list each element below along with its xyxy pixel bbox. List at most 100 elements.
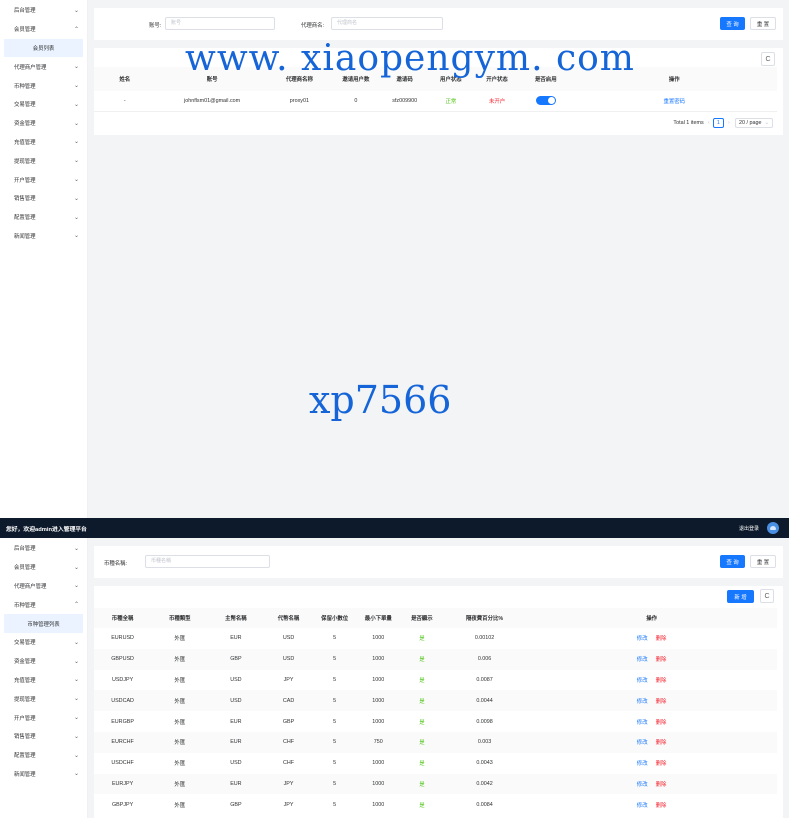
sidebar-item[interactable]: 配置管理 ⌄: [0, 746, 87, 765]
sidebar-item[interactable]: 资金管理 ⌄: [0, 114, 87, 133]
chevron-icon: ⌄: [73, 213, 79, 221]
page-size-select[interactable]: 20 / page ⌄: [734, 118, 773, 128]
delete-link[interactable]: 删除: [656, 657, 667, 663]
refresh-icon[interactable]: C: [760, 589, 774, 603]
chevron-icon: ⌄: [73, 657, 79, 665]
sidebar-item[interactable]: 币种管理 ⌄: [0, 76, 87, 95]
reset-button[interactable]: 重 置: [750, 555, 776, 568]
sidebar-item[interactable]: 新闻管理 ⌄: [0, 227, 87, 246]
quote-currency: USD: [263, 648, 314, 670]
add-button[interactable]: 新 增: [727, 590, 754, 603]
min-order: 1000: [372, 635, 385, 642]
query-button[interactable]: 查 询: [720, 17, 745, 30]
edit-link[interactable]: 修改: [637, 740, 648, 746]
account-input[interactable]: 账号: [165, 17, 275, 30]
query-button[interactable]: 查 询: [720, 555, 745, 568]
sidebar-item[interactable]: 后台管理 ⌄: [0, 539, 87, 558]
chevron-down-icon: ⌄: [764, 120, 769, 126]
quote-currency: USD: [282, 635, 295, 642]
sidebar-item[interactable]: 销售管理 ⌄: [0, 727, 87, 746]
sidebar-item-label: 提现管理: [14, 158, 36, 165]
currency-label: 币種名稱:: [104, 561, 128, 567]
edit-link[interactable]: 修改: [637, 678, 648, 684]
prev-page-icon[interactable]: ‹: [708, 120, 710, 126]
delete-link[interactable]: 删除: [656, 740, 667, 746]
sidebar-item[interactable]: 充值管理 ⌄: [0, 133, 87, 152]
sidebar-item[interactable]: 资金管理 ⌄: [0, 652, 87, 671]
sidebar-item[interactable]: 提现管理 ⌄: [0, 689, 87, 708]
chevron-icon: ⌄: [73, 676, 79, 684]
currency-full-name: USDJPY: [111, 676, 134, 683]
sidebar-item[interactable]: 交易管理 ⌄: [0, 633, 87, 652]
delete-link[interactable]: 删除: [656, 699, 667, 705]
overnight-fee: 0.0087: [476, 676, 493, 683]
sidebar-item[interactable]: 交易管理 ⌄: [0, 95, 87, 114]
delete-link[interactable]: 删除: [656, 761, 667, 767]
sidebar-subitem[interactable]: 会员列表: [4, 38, 83, 58]
sidebar-item[interactable]: 代理商户管理 ⌄: [0, 57, 87, 76]
sidebar-item[interactable]: 销售管理 ⌄: [0, 189, 87, 208]
table-row: USDJPY 外匯 USD JPY 5 1000 是 0.0087 修改 删除: [94, 670, 777, 691]
decimal-places: 5: [333, 760, 337, 767]
sidebar-item[interactable]: 开户管理 ⌄: [0, 708, 87, 727]
edit-link[interactable]: 修改: [637, 803, 648, 809]
column-header: 主幣名稱: [208, 608, 264, 628]
min-order: 1000: [372, 718, 385, 725]
edit-link[interactable]: 修改: [637, 720, 648, 726]
delete-link[interactable]: 删除: [656, 636, 667, 642]
reset-button[interactable]: 重 置: [750, 17, 776, 30]
table-row: - johnflsm01@gmail.com proxy01 0 sfz009900 正常…: [94, 91, 777, 112]
delete-link[interactable]: 删除: [656, 720, 667, 726]
table-header: 币種全稱 币種類型 主幣名稱 代幣名稱 保留小數位 最小下單量 是否顯示 隔夜費百分比% 操作: [94, 608, 777, 628]
agent-input[interactable]: 代理商名: [331, 17, 443, 30]
refresh-icon[interactable]: C: [761, 52, 775, 66]
sidebar-item[interactable]: 新闻管理 ⌄: [0, 765, 87, 784]
currency-type: 外匯: [151, 648, 209, 670]
chevron-icon: ⌄: [73, 232, 79, 240]
chevron-icon: ⌄: [73, 544, 79, 552]
page-size-value: 20 / page: [738, 120, 762, 126]
sidebar-item[interactable]: 开户管理 ⌄: [0, 170, 87, 189]
sidebar-item-label: 充值管理: [14, 677, 36, 684]
sidebar-item[interactable]: 币种管理 ⌃: [0, 595, 87, 614]
currency-input[interactable]: 币種名稱: [145, 555, 270, 568]
sidebar-item[interactable]: 会员管理 ⌄: [0, 558, 87, 577]
action-cell: 修改 删除: [526, 628, 777, 649]
reset-password-link[interactable]: 重置密码: [663, 99, 685, 105]
edit-link[interactable]: 修改: [637, 761, 648, 767]
sidebar-item[interactable]: 代理商户管理 ⌄: [0, 577, 87, 596]
sidebar-item[interactable]: 提现管理 ⌄: [0, 151, 87, 170]
edit-link[interactable]: 修改: [637, 699, 648, 705]
edit-link[interactable]: 修改: [637, 782, 648, 788]
edit-link[interactable]: 修改: [637, 636, 648, 642]
column-header: 姓名: [94, 67, 156, 91]
delete-link[interactable]: 删除: [656, 782, 667, 788]
chevron-icon: ⌄: [73, 176, 79, 184]
page-1-button[interactable]: 1: [712, 118, 724, 128]
quote-currency: JPY: [283, 676, 294, 683]
currency-full-name: GBPUSD: [94, 648, 152, 670]
next-page-icon[interactable]: ›: [728, 120, 730, 126]
overnight-fee: 0.0044: [442, 690, 527, 712]
chevron-icon: ⌄: [73, 157, 79, 165]
edit-link[interactable]: 修改: [637, 657, 648, 663]
chevron-icon: ⌄: [73, 732, 79, 740]
overnight-fee: 0.0084: [476, 801, 493, 808]
is-visible: 是: [400, 648, 443, 670]
delete-link[interactable]: 删除: [656, 678, 667, 684]
sidebar-item[interactable]: 充值管理 ⌄: [0, 671, 87, 690]
logout-link[interactable]: 退出登录: [739, 525, 759, 532]
sidebar-item[interactable]: 会员管理 ⌃: [0, 20, 87, 39]
base-currency: USD: [230, 676, 242, 683]
sidebar-item[interactable]: 配置管理 ⌄: [0, 208, 87, 227]
sidebar-item-label: 提现管理: [14, 696, 36, 703]
chevron-icon: ⌄: [73, 194, 79, 202]
sidebar-subitem[interactable]: 币种管理列表: [4, 614, 83, 633]
enabled-toggle[interactable]: [535, 96, 556, 106]
delete-link[interactable]: 删除: [656, 803, 667, 809]
sidebar-item[interactable]: 后台管理 ⌄: [0, 1, 87, 20]
watermark-code: xp7566: [309, 378, 452, 422]
pagination-total: Total 1 items: [673, 120, 704, 126]
avatar[interactable]: [767, 522, 779, 534]
sidebar-item-label: 后台管理: [14, 8, 36, 15]
